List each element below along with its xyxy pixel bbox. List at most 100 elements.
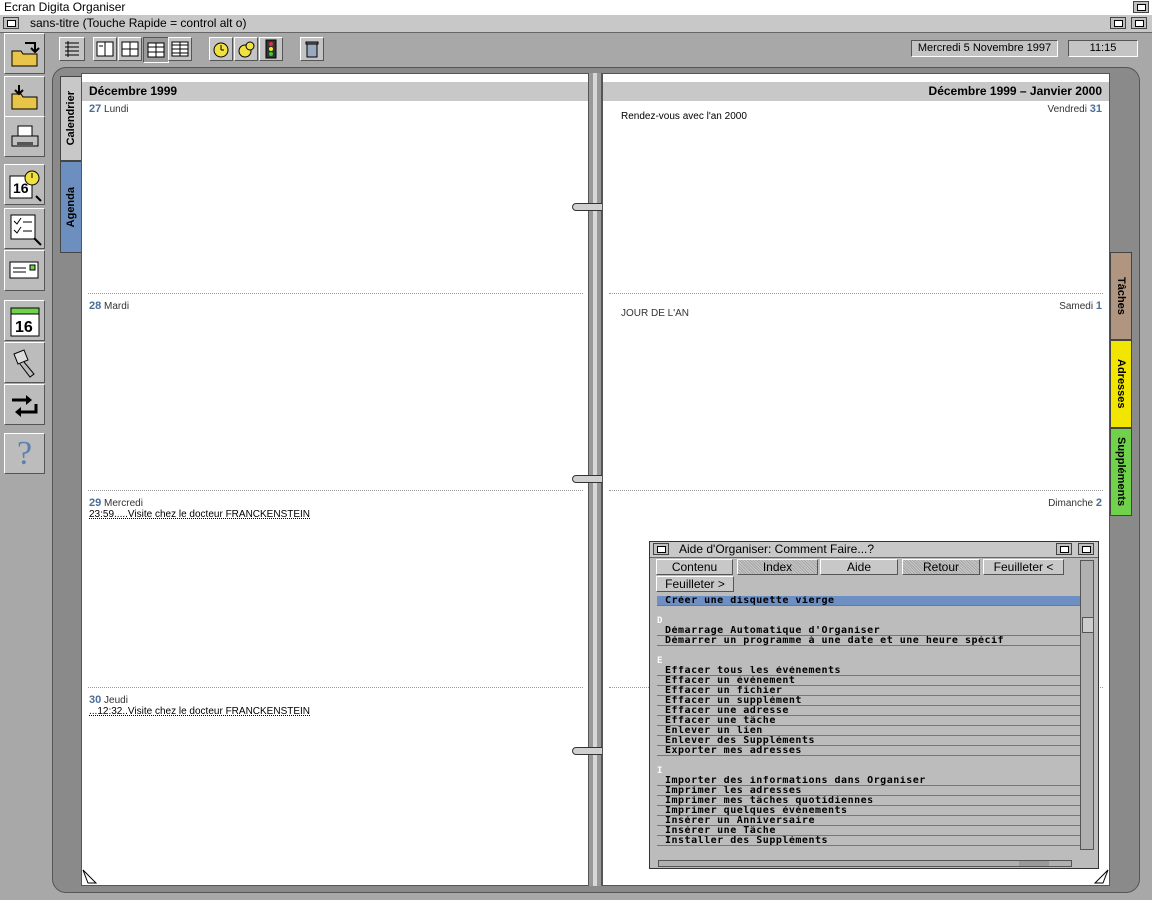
day-view-button[interactable] bbox=[93, 37, 117, 61]
window-maximize-doc-button[interactable] bbox=[1131, 17, 1147, 29]
day-cell[interactable]: 30 Jeudi ...12:32..Visite chez le docteu… bbox=[82, 692, 589, 882]
today-button[interactable]: 16 bbox=[4, 300, 45, 341]
window-restore-button[interactable] bbox=[1110, 17, 1126, 29]
help-contenu-button[interactable]: Contenu bbox=[656, 559, 733, 575]
help-scroll-thumb[interactable] bbox=[1082, 617, 1094, 633]
day-name: Dimanche bbox=[1048, 498, 1094, 509]
timer-button[interactable] bbox=[234, 37, 258, 61]
day-number: 31 bbox=[1089, 103, 1102, 115]
day-cell[interactable]: Samedi 1 JOUR DE L'AN bbox=[603, 298, 1109, 495]
trash-can-icon bbox=[305, 41, 319, 58]
list-view-button[interactable] bbox=[59, 37, 85, 61]
calendar-today-icon: 16 bbox=[10, 307, 39, 336]
help-list-item[interactable]: Imprimer quelques événements bbox=[657, 806, 1081, 816]
return-arrows-icon bbox=[11, 394, 37, 417]
day-cell[interactable]: 28 Mardi bbox=[82, 298, 589, 495]
help-list-item[interactable]: Installer des Suppléments bbox=[657, 836, 1081, 846]
week-view-button[interactable] bbox=[118, 37, 142, 61]
app-title-bar[interactable]: Ecran Digita Organiser bbox=[0, 0, 1152, 16]
open-file-button[interactable] bbox=[4, 33, 45, 74]
window-maximize-button[interactable] bbox=[1133, 1, 1149, 13]
day-label: 28 Mardi bbox=[89, 300, 129, 312]
help-window: Aide d'Organiser: Comment Faire...? Cont… bbox=[649, 541, 1099, 869]
day-name: Lundi bbox=[104, 104, 129, 115]
help-list-item[interactable]: Effacer un supplément bbox=[657, 696, 1081, 706]
day-label: Vendredi 31 bbox=[1047, 103, 1102, 115]
save-file-button[interactable] bbox=[4, 76, 45, 117]
two-page-view-button[interactable] bbox=[143, 37, 169, 63]
print-button[interactable] bbox=[4, 116, 45, 157]
help-list-item[interactable]: Effacer une adresse bbox=[657, 706, 1081, 716]
question-mark-icon: ? bbox=[16, 434, 33, 472]
help-menu-button[interactable] bbox=[653, 543, 669, 555]
help-list-item[interactable]: Importer des informations dans Organiser bbox=[657, 776, 1081, 786]
find-date-button[interactable]: 16 bbox=[4, 164, 45, 205]
alarm-button[interactable] bbox=[209, 37, 233, 61]
day-cell[interactable]: Vendredi 31 Rendez-vous avec l'an 2000 bbox=[603, 101, 1109, 298]
day-cell[interactable]: 27 Lundi bbox=[82, 101, 589, 298]
link-button[interactable] bbox=[4, 384, 45, 425]
help-list-item[interactable]: Effacer un événement bbox=[657, 676, 1081, 686]
help-horizontal-scrollbar[interactable] bbox=[658, 860, 1072, 867]
help-restore-button[interactable] bbox=[1056, 543, 1072, 555]
find-task-button[interactable] bbox=[4, 208, 45, 249]
day-divider bbox=[88, 490, 583, 491]
search-button[interactable] bbox=[4, 342, 45, 383]
stopwatch-icon bbox=[238, 41, 255, 58]
help-list-item[interactable]: Enlever des Suppléments bbox=[657, 736, 1081, 746]
calendar-event[interactable]: Rendez-vous avec l'an 2000 bbox=[621, 111, 747, 122]
delete-button[interactable] bbox=[300, 37, 324, 61]
help-title-bar[interactable]: Aide d'Organiser: Comment Faire...? bbox=[650, 542, 1098, 558]
left-page-header: Décembre 1999 bbox=[82, 82, 589, 101]
day-label: 29 Mercredi bbox=[89, 497, 143, 509]
save-folder-icon bbox=[11, 84, 37, 109]
tab-adresses[interactable]: Adresses bbox=[1110, 340, 1132, 428]
help-list-item[interactable]: Effacer une tâche bbox=[657, 716, 1081, 726]
help-button[interactable]: ? bbox=[4, 433, 45, 474]
help-list-item[interactable]: Démarrage Automatique d'Organiser bbox=[657, 626, 1081, 636]
tab-calendrier[interactable]: Calendrier bbox=[60, 76, 82, 161]
help-feuilleter-prev-button[interactable]: Feuilleter < bbox=[983, 559, 1064, 575]
tab-taches[interactable]: Tâches bbox=[1110, 252, 1132, 340]
find-address-button[interactable] bbox=[4, 250, 45, 291]
help-list-item[interactable]: Effacer tous les événements bbox=[657, 666, 1081, 676]
document-title-bar[interactable]: sans-titre (Touche Rapide = control alt … bbox=[0, 15, 1152, 33]
help-list-item[interactable]: Exporter mes adresses bbox=[657, 746, 1081, 756]
help-list-item[interactable]: Insérer une Tâche bbox=[657, 826, 1081, 836]
day-cell[interactable]: 29 Mercredi 23:59.....Visite chez le doc… bbox=[82, 495, 589, 692]
help-list-item[interactable]: Imprimer mes tâches quotidiennes bbox=[657, 796, 1081, 806]
window-menu-button[interactable] bbox=[3, 17, 19, 29]
calendar-event[interactable]: ...12:32..Visite chez le docteur FRANCKE… bbox=[89, 706, 310, 717]
help-feuilleter-next-button[interactable]: Feuilleter > bbox=[656, 576, 734, 592]
day-label: Dimanche 2 bbox=[1048, 497, 1102, 509]
help-list-item[interactable]: Enlever un lien bbox=[657, 726, 1081, 736]
tab-agenda[interactable]: Agenda bbox=[60, 161, 82, 253]
help-index-button[interactable]: Index bbox=[737, 559, 818, 575]
app-title: Ecran Digita Organiser bbox=[4, 0, 126, 14]
day-name: Vendredi bbox=[1047, 104, 1087, 115]
help-vertical-scrollbar[interactable] bbox=[1080, 560, 1094, 850]
tab-agenda-label: Agenda bbox=[65, 186, 77, 228]
holiday-label[interactable]: JOUR DE L'AN bbox=[621, 308, 689, 319]
month-view-button[interactable] bbox=[168, 37, 192, 61]
help-index-list[interactable]: Créer une disquette vierge D Démarrage A… bbox=[655, 594, 1081, 846]
calendar-event[interactable]: 23:59.....Visite chez le docteur FRANCKE… bbox=[89, 509, 310, 520]
help-list-item[interactable]: Imprimer les adresses bbox=[657, 786, 1081, 796]
current-date-display: Mercredi 5 Novembre 1997 bbox=[911, 40, 1058, 57]
help-list-item[interactable]: Démarrer un programme à une date et une … bbox=[657, 636, 1081, 646]
help-maximize-button[interactable] bbox=[1078, 543, 1094, 555]
tab-taches-label: Tâches bbox=[1115, 277, 1127, 315]
help-list-item[interactable]: Effacer un fichier bbox=[657, 686, 1081, 696]
help-retour-button[interactable]: Retour bbox=[902, 559, 980, 575]
day-divider bbox=[88, 293, 583, 294]
tab-supplements[interactable]: Suppléments bbox=[1110, 428, 1132, 516]
day-label: 27 Lundi bbox=[89, 103, 129, 115]
help-list-item[interactable]: Créer une disquette vierge bbox=[657, 596, 1081, 606]
help-aide-button[interactable]: Aide bbox=[820, 559, 898, 575]
page-turn-forward-icon[interactable] bbox=[1093, 869, 1109, 885]
calendar-search-icon: 16 bbox=[9, 170, 42, 202]
page-turn-back-icon[interactable] bbox=[82, 869, 98, 885]
help-hscroll-thumb[interactable] bbox=[1019, 861, 1049, 866]
help-list-item[interactable]: Insérer un Anniversaire bbox=[657, 816, 1081, 826]
traffic-light-button[interactable] bbox=[259, 37, 283, 61]
